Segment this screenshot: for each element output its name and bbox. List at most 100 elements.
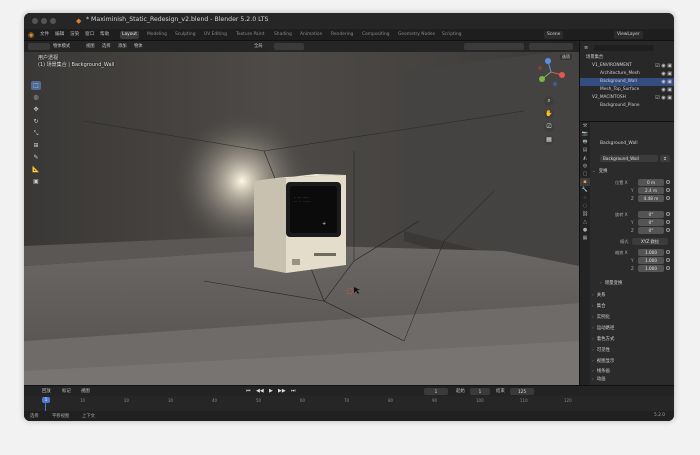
physics-tab-icon[interactable]: ◌ xyxy=(580,202,590,210)
view-layer-tab-icon[interactable]: ▤ xyxy=(580,146,590,154)
workspace-tab-compositing[interactable]: Compositing xyxy=(360,31,392,39)
scale-y-field[interactable]: 1.000 xyxy=(638,257,664,264)
menu-render[interactable]: 渲染 xyxy=(70,31,79,39)
outliner-search-input[interactable] xyxy=(594,45,654,51)
visibility-icons[interactable]: ◉ ▣ xyxy=(661,71,672,77)
outliner-row-scene-collection[interactable]: 场景集合 xyxy=(580,54,674,62)
visibility-icons[interactable]: ◉ ▣ xyxy=(661,87,672,93)
location-x-field[interactable]: 0 m xyxy=(638,179,664,186)
scale-x-field[interactable]: 1.000 xyxy=(638,249,664,256)
rotate-tool-icon[interactable]: ↻ xyxy=(31,117,41,126)
rotation-mode-dropdown[interactable]: XYZ 欧拉 xyxy=(632,238,668,245)
keyframe-dot-icon[interactable] xyxy=(666,250,670,254)
workspace-tab-sculpting[interactable]: Sculpting xyxy=(173,31,198,39)
menu-edit[interactable]: 编辑 xyxy=(55,31,64,39)
select-menu[interactable]: 选择 xyxy=(102,43,111,50)
render-tab-icon[interactable]: 📷 xyxy=(580,130,590,138)
visibility-icons[interactable]: ☑ ◉ ▣ xyxy=(655,95,672,101)
minimize-window-button[interactable] xyxy=(41,18,47,24)
workspace-tab-shading[interactable]: Shading xyxy=(272,31,294,39)
world-tab-icon[interactable]: ◍ xyxy=(580,162,590,170)
outliner-row-macintosh[interactable]: V2_MACINTOSH ☑ ◉ ▣ xyxy=(580,94,674,102)
marker-menu[interactable]: 标记 xyxy=(62,388,71,394)
3d-viewport[interactable]: _ __ ___ __ _ ____ + 物体模式 视图 选择 添加 物体 全局… xyxy=(24,41,579,385)
collections-section[interactable]: 集合 xyxy=(592,303,672,311)
outliner-row-background-plane[interactable]: Background_Plane xyxy=(580,102,674,110)
scale-tool-icon[interactable]: ⤡ xyxy=(31,129,41,138)
location-z-field[interactable]: 4.48 m xyxy=(638,195,664,202)
workspace-tab-uv-editing[interactable]: UV Editing xyxy=(202,31,229,39)
object-menu[interactable]: 物体 xyxy=(134,43,143,50)
view-menu-timeline[interactable]: 视图 xyxy=(81,388,90,394)
scale-z-field[interactable]: 1.000 xyxy=(638,265,664,272)
add-cube-tool-icon[interactable]: ▣ xyxy=(31,177,41,186)
object-name-input[interactable]: Background_Wall xyxy=(600,155,658,162)
workspace-tab-layout[interactable]: Layout xyxy=(120,31,139,39)
line-art-section[interactable]: 线条画 xyxy=(592,368,672,376)
view-menu[interactable]: 视图 xyxy=(86,43,95,50)
transform-orientation-dropdown[interactable]: 全局 xyxy=(254,43,263,50)
select-box-tool-icon[interactable]: ⬚ xyxy=(31,81,41,90)
keyframe-dot-icon[interactable] xyxy=(666,196,670,200)
keyframe-dot-icon[interactable] xyxy=(666,258,670,262)
data-tab-icon[interactable]: △ xyxy=(580,218,590,226)
close-window-button[interactable] xyxy=(32,18,38,24)
workspace-tab-texture-paint[interactable]: Texture Paint xyxy=(234,31,266,39)
delta-transform-section[interactable]: 增量变换 xyxy=(600,280,674,288)
location-y-field[interactable]: 2.4 m xyxy=(638,187,664,194)
object-mode-dropdown[interactable]: 物体模式 xyxy=(53,43,70,50)
pan-view-icon[interactable]: ✋ xyxy=(544,109,554,119)
outliner-row-background-wall[interactable]: Background_Wall ◉ ▣ xyxy=(580,78,674,86)
workspace-tab-scripting[interactable]: Scripting xyxy=(440,31,464,39)
next-keyframe-icon[interactable]: ▶▶ xyxy=(278,388,286,395)
outliner-filter-icon[interactable]: ≡ xyxy=(584,44,588,52)
rotation-z-field[interactable]: 0° xyxy=(638,227,664,234)
modifier-tab-icon[interactable]: 🔧 xyxy=(580,186,590,194)
visibility-section[interactable]: 可见性 xyxy=(592,347,672,355)
view-layer-selector[interactable]: ViewLayer xyxy=(614,31,643,39)
menu-window[interactable]: 窗口 xyxy=(85,31,94,39)
viewport-shading-buttons[interactable] xyxy=(529,43,573,50)
visibility-icons[interactable]: ☑ ◉ ▣ xyxy=(655,63,672,69)
menu-file[interactable]: 文件 xyxy=(40,31,49,39)
rotation-x-field[interactable]: 0° xyxy=(638,211,664,218)
blender-logo-icon[interactable]: ◉ xyxy=(28,31,36,39)
zoom-window-button[interactable] xyxy=(50,18,56,24)
current-frame-field[interactable]: 1 xyxy=(424,387,448,395)
end-frame-field[interactable]: 125 xyxy=(510,387,534,395)
object-pin-icon[interactable]: ⌗ xyxy=(660,155,670,162)
motion-paths-section[interactable]: 运动路径 xyxy=(592,325,672,333)
cursor-tool-icon[interactable]: ◎ xyxy=(31,93,41,102)
workspace-tab-rendering[interactable]: Rendering xyxy=(329,31,355,39)
perspective-toggle-icon[interactable]: ▦ xyxy=(544,135,554,145)
particles-tab-icon[interactable]: ⁘ xyxy=(580,194,590,202)
measure-tool-icon[interactable]: 📐 xyxy=(31,165,41,174)
keyframe-dot-icon[interactable] xyxy=(666,266,670,270)
jump-start-icon[interactable]: ⏮ xyxy=(246,388,251,395)
visibility-icons[interactable]: ◉ ▣ xyxy=(661,79,672,85)
playback-menu[interactable]: 回放 xyxy=(42,388,51,394)
prev-keyframe-icon[interactable]: ◀◀ xyxy=(256,388,264,395)
viewport-overlay-controls[interactable] xyxy=(464,43,524,50)
scene-selector[interactable]: Scene xyxy=(544,31,564,39)
instancing-section[interactable]: 实例化 xyxy=(592,314,672,322)
outliner-row-architecture-mesh[interactable]: Architecture_Mesh ◉ ▣ xyxy=(580,70,674,78)
material-tab-icon[interactable]: ● xyxy=(580,226,590,234)
outliner-row-environment[interactable]: V1_ENVIRONMENT ☑ ◉ ▣ xyxy=(580,62,674,70)
annotate-tool-icon[interactable]: ✎ xyxy=(31,153,41,162)
snapping-controls[interactable] xyxy=(274,43,304,50)
jump-end-icon[interactable]: ⏭ xyxy=(291,388,296,395)
viewport-display-section[interactable]: 视图显示 xyxy=(592,358,672,366)
navigation-gizmo[interactable] xyxy=(534,55,568,89)
playhead-marker[interactable]: 1 xyxy=(42,397,50,403)
camera-view-icon[interactable]: ⎚ xyxy=(544,122,554,132)
keyframe-dot-icon[interactable] xyxy=(666,220,670,224)
add-menu[interactable]: 添加 xyxy=(118,43,127,50)
keyframe-dot-icon[interactable] xyxy=(666,212,670,216)
workspace-tab-animation[interactable]: Animation xyxy=(298,31,324,39)
workspace-tab-geometry-nodes[interactable]: Geometry Nodes xyxy=(396,31,437,39)
object-tab-icon[interactable]: ▪ xyxy=(580,178,590,186)
relations-section[interactable]: 关系 xyxy=(592,292,672,300)
outliner-row-mesh-top-surface[interactable]: Mesh_Top_Surface ◉ ▣ xyxy=(580,86,674,94)
rotation-y-field[interactable]: 0° xyxy=(638,219,664,226)
